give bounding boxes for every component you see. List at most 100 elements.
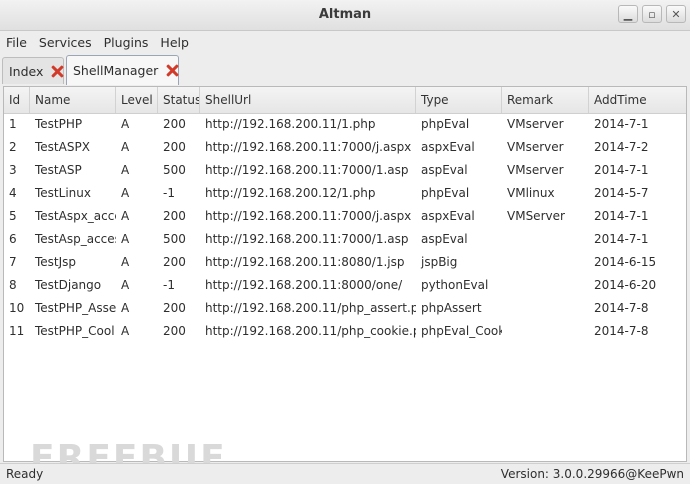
column-header-shellurl[interactable]: ShellUrl bbox=[200, 87, 416, 113]
minimize-button[interactable]: ▁ bbox=[618, 5, 638, 23]
cell-remark bbox=[502, 320, 589, 343]
tab-shellmanager-label: ShellManager bbox=[73, 63, 159, 78]
cell-shellurl: http://192.168.200.11/php_cookie.php bbox=[205, 324, 416, 338]
cell-type: phpAssert bbox=[421, 301, 482, 315]
version-text: Version: 3.0.0.29966@KeePwn bbox=[500, 467, 684, 481]
window-controls: ▁ ▫ ✕ bbox=[618, 5, 686, 23]
cell-name: TestASPX bbox=[35, 140, 90, 154]
cell-level: A bbox=[121, 209, 130, 223]
cell-shellurl: http://192.168.200.11:7000/1.asp bbox=[205, 163, 409, 177]
cell-remark: VMlinux bbox=[507, 186, 555, 200]
close-icon: ✕ bbox=[671, 7, 681, 21]
cell-id: 4 bbox=[9, 186, 17, 200]
status-bar: Ready Version: 3.0.0.29966@KeePwn bbox=[0, 463, 690, 484]
cell-addtime: 2014-7-1 bbox=[594, 209, 649, 223]
cell-level: A bbox=[121, 140, 130, 154]
cell-shellurl: http://192.168.200.11:7000/j.aspx bbox=[205, 140, 412, 154]
cell-remark bbox=[502, 251, 589, 274]
cell-addtime: 2014-7-1 bbox=[594, 117, 649, 131]
cell-remark: VMserver bbox=[507, 163, 564, 177]
cell-level: A bbox=[121, 324, 130, 338]
column-header-status[interactable]: Status bbox=[158, 87, 200, 113]
cell-remark bbox=[502, 274, 589, 297]
cell-name: TestPHP_Asse bbox=[35, 301, 116, 315]
cell-name: TestPHP_Cool bbox=[35, 324, 115, 338]
cell-level: A bbox=[121, 278, 130, 292]
tab-bar: Index ShellManager bbox=[0, 53, 690, 85]
tab-index[interactable]: Index bbox=[2, 57, 64, 84]
cell-level: A bbox=[121, 163, 130, 177]
cell-addtime: 2014-7-2 bbox=[594, 140, 649, 154]
cell-status: 500 bbox=[163, 232, 186, 246]
cell-status: 200 bbox=[163, 117, 186, 131]
table-row[interactable]: 7 TestJsp A 200 http://192.168.200.11:8080/1… bbox=[4, 251, 686, 274]
cell-id: 7 bbox=[9, 255, 17, 269]
cell-level: A bbox=[121, 186, 130, 200]
table-row[interactable]: 11 TestPHP_Cool A 200 http://192.168.200.11/… bbox=[4, 320, 686, 343]
table-row[interactable]: 4 TestLinux A -1 http://192.168.200.12/1.php… bbox=[4, 182, 686, 205]
cell-status: 200 bbox=[163, 209, 186, 223]
maximize-icon: ▫ bbox=[648, 7, 656, 21]
cell-status: -1 bbox=[163, 186, 175, 200]
maximize-button[interactable]: ▫ bbox=[642, 5, 662, 23]
table-row[interactable]: 1 TestPHP A 200 http://192.168.200.11/1.php p… bbox=[4, 113, 686, 136]
cell-id: 1 bbox=[9, 117, 17, 131]
cell-status: -1 bbox=[163, 278, 175, 292]
column-header-level[interactable]: Level bbox=[116, 87, 158, 113]
column-header-id[interactable]: Id bbox=[4, 87, 30, 113]
tab-shellmanager[interactable]: ShellManager bbox=[66, 55, 179, 85]
cell-id: 5 bbox=[9, 209, 17, 223]
shell-table: Id Name Level Status ShellUrl Type Remark AddTi… bbox=[3, 86, 687, 462]
menu-services[interactable]: Services bbox=[33, 35, 98, 50]
cell-status: 500 bbox=[163, 163, 186, 177]
cell-addtime: 2014-7-8 bbox=[594, 301, 649, 315]
cell-id: 3 bbox=[9, 163, 17, 177]
menu-plugins[interactable]: Plugins bbox=[98, 35, 155, 50]
cell-type: aspEval bbox=[421, 163, 468, 177]
cell-addtime: 2014-7-1 bbox=[594, 232, 649, 246]
window-title: Altman bbox=[318, 7, 372, 22]
table-row[interactable]: 5 TestAspx_acce A 200 http://192.168.200.11:… bbox=[4, 205, 686, 228]
cell-id: 2 bbox=[9, 140, 17, 154]
cell-addtime: 2014-6-15 bbox=[594, 255, 657, 269]
column-header-type[interactable]: Type bbox=[416, 87, 502, 113]
cell-addtime: 2014-7-1 bbox=[594, 163, 649, 177]
cell-name: TestLinux bbox=[35, 186, 91, 200]
table-row[interactable]: 10 TestPHP_Asse A 200 http://192.168.200.11/… bbox=[4, 297, 686, 320]
table-row[interactable]: 8 TestDjango A -1 http://192.168.200.11:8000… bbox=[4, 274, 686, 297]
column-header-addtime[interactable]: AddTime bbox=[589, 87, 686, 113]
cell-status: 200 bbox=[163, 140, 186, 154]
table-row[interactable]: 2 TestASPX A 200 http://192.168.200.11:7000/… bbox=[4, 136, 686, 159]
menu-file[interactable]: File bbox=[0, 35, 33, 50]
cell-shellurl: http://192.168.200.11/php_assert.php bbox=[205, 301, 416, 315]
table-row[interactable]: 3 TestASP A 500 http://192.168.200.11:7000/1… bbox=[4, 159, 686, 182]
cell-addtime: 2014-6-20 bbox=[594, 278, 657, 292]
cell-id: 10 bbox=[9, 301, 25, 315]
cell-shellurl: http://192.168.200.11:8000/one/ bbox=[205, 278, 403, 292]
column-header-name[interactable]: Name bbox=[30, 87, 116, 113]
cell-shellurl: http://192.168.200.11/1.php bbox=[205, 117, 376, 131]
close-button[interactable]: ✕ bbox=[666, 5, 686, 23]
cell-remark: VMServer bbox=[507, 209, 565, 223]
cell-name: TestDjango bbox=[35, 278, 102, 292]
cell-type: aspxEval bbox=[421, 140, 475, 154]
table-header: Id Name Level Status ShellUrl Type Remark AddTi… bbox=[4, 87, 686, 114]
cell-type: aspxEval bbox=[421, 209, 475, 223]
close-tab-icon[interactable] bbox=[166, 64, 172, 77]
cell-shellurl: http://192.168.200.11:7000/1.asp bbox=[205, 232, 409, 246]
cell-addtime: 2014-5-7 bbox=[594, 186, 649, 200]
column-header-remark[interactable]: Remark bbox=[502, 87, 589, 113]
cell-level: A bbox=[121, 301, 130, 315]
table-row[interactable]: 6 TestAsp_acces A 500 http://192.168.200.11:… bbox=[4, 228, 686, 251]
tab-index-label: Index bbox=[9, 63, 44, 79]
cell-name: TestJsp bbox=[35, 255, 77, 269]
close-tab-icon[interactable] bbox=[51, 65, 57, 78]
status-text: Ready bbox=[6, 467, 44, 481]
cell-remark: VMserver bbox=[507, 117, 564, 131]
cell-name: TestAspx_acce bbox=[35, 209, 116, 223]
cell-type: aspEval bbox=[421, 232, 468, 246]
cell-type: phpEval bbox=[421, 186, 470, 200]
cell-name: TestAsp_acces bbox=[35, 232, 116, 246]
menu-help[interactable]: Help bbox=[154, 35, 195, 50]
menu-bar: File Services Plugins Help bbox=[0, 31, 690, 53]
